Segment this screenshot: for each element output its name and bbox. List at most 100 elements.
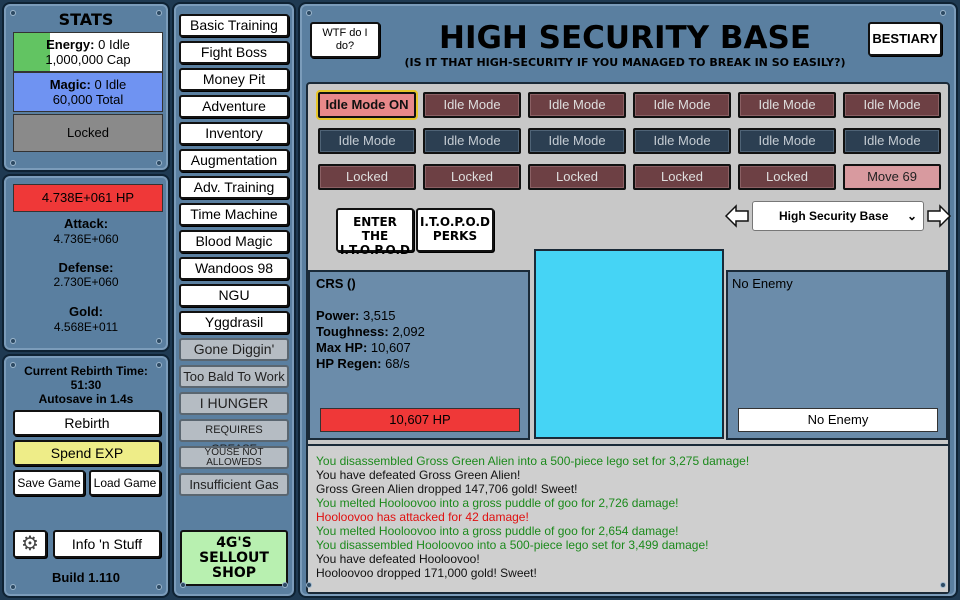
zone-button-r2-c4[interactable]: Idle Mode — [633, 128, 731, 154]
spend-exp-button[interactable]: Spend EXP — [13, 440, 161, 466]
menu-item-money-pit[interactable]: Money Pit — [179, 68, 289, 91]
zone-title: HIGH SECURITY BASE — [439, 20, 811, 56]
autosave-timer: Autosave in 1.4s — [38, 392, 134, 406]
regen-value: 68/s — [385, 356, 410, 371]
info-button[interactable]: Info 'n Stuff — [53, 530, 161, 558]
help-button-label: WTF do I do? — [322, 27, 368, 52]
attack-label: Attack: — [63, 216, 109, 231]
log-entry: You melted Hooloovoo into a gross puddle… — [316, 496, 679, 510]
maxhp-label: Max HP: — [316, 340, 368, 355]
prev-zone-arrow-icon[interactable] — [724, 204, 750, 228]
zone-button-r2-c2[interactable]: Idle Mode — [423, 128, 521, 154]
next-zone-arrow-icon[interactable] — [926, 204, 952, 228]
energy-box: Energy: 0 Idle 1,000,000 Cap — [13, 32, 163, 72]
menu-item-fight-boss[interactable]: Fight Boss — [179, 41, 289, 64]
menu-item-ngu[interactable]: NGU — [179, 284, 289, 307]
energy-label: Energy: — [46, 37, 95, 52]
zone-button-r3-c2[interactable]: Locked — [423, 164, 521, 190]
zone-button-r1-c4[interactable]: Idle Mode — [633, 92, 731, 118]
chevron-down-icon: ⌄ — [906, 209, 917, 223]
menu-item-augmentation[interactable]: Augmentation — [179, 149, 289, 172]
player-card: CRS () Power: 3,515 Toughness: 2,092 Max… — [308, 270, 530, 440]
sellout-shop-button[interactable]: 4G'S SELLOUT SHOP — [180, 530, 288, 586]
log-entry: You disassembled Hooloovoo into a 500-pi… — [316, 538, 709, 552]
combat-log[interactable]: You disassembled Gross Green Alien into … — [308, 444, 948, 592]
zone-button-r1-c6[interactable]: Idle Mode — [843, 92, 941, 118]
sellout-shop-label: 4G'S SELLOUT SHOP — [199, 534, 269, 581]
player-hp-bar-text: 10,607 HP — [389, 412, 451, 427]
player-name: CRS () — [316, 276, 356, 291]
zone-button-r1-c5[interactable]: Idle Mode — [738, 92, 836, 118]
zone-button-r1-c3[interactable]: Idle Mode — [528, 92, 626, 118]
player-hp-bar: 4.738E+061 HP — [13, 184, 163, 212]
rebirth-button[interactable]: Rebirth — [13, 410, 161, 436]
stats-title: STATS — [58, 10, 114, 29]
rebirth-panel: Current Rebirth Time: 51:30 Autosave in … — [2, 354, 170, 598]
menu-item-locked-youse-not-alloweds[interactable]: YOUSE NOT ALLOWEDS — [179, 446, 289, 469]
zone-button-r3-c5[interactable]: Locked — [738, 164, 836, 190]
gold-label: Gold: — [69, 304, 103, 319]
zone-button-r3-c4[interactable]: Locked — [633, 164, 731, 190]
power-label: Power: — [316, 308, 360, 323]
zone-button-r2-c6[interactable]: Idle Mode — [843, 128, 941, 154]
energy-idle: 0 Idle — [98, 37, 130, 52]
menu-item-locked-requires-grease[interactable]: REQUIRES GREASE — [179, 419, 289, 455]
zone-button-r2-c3[interactable]: Idle Mode — [528, 128, 626, 154]
zone-select[interactable]: High Security Base ⌄ — [752, 201, 924, 231]
itopod-perks-button[interactable]: I.T.O.P.O.D PERKS — [416, 208, 494, 252]
load-game-button[interactable]: Load Game — [89, 470, 161, 496]
zone-button-r1-c1[interactable]: Idle Mode ON — [316, 90, 418, 120]
log-entry: You have defeated Hooloovoo! — [316, 552, 480, 566]
save-game-button[interactable]: Save Game — [13, 470, 85, 496]
enter-itopod-button[interactable]: ENTER THE I.T.O.P.O.D — [336, 208, 414, 257]
main-panel: WTF do I do? HIGH SECURITY BASE (IS IT T… — [298, 2, 958, 598]
menu-item-wandoos-98[interactable]: Wandoos 98 — [179, 257, 289, 280]
zone-button-r2-c1[interactable]: Idle Mode — [318, 128, 416, 154]
enemy-card: No Enemy No Enemy — [726, 270, 948, 440]
log-lines: You disassembled Gross Green Alien into … — [316, 454, 940, 580]
bestiary-button[interactable]: BESTIARY — [868, 22, 942, 56]
log-entry: You melted Hooloovoo into a gross puddle… — [316, 524, 679, 538]
menu-item-locked-gone-diggin[interactable]: Gone Diggin' — [179, 338, 289, 361]
menu-item-blood-magic[interactable]: Blood Magic — [179, 230, 289, 253]
magic-idle: 0 Idle — [94, 77, 127, 92]
log-entry: You disassembled Gross Green Alien into … — [316, 454, 750, 468]
zone-button-r3-c6[interactable]: Move 69 — [843, 164, 941, 190]
power-value: 3,515 — [362, 308, 396, 323]
zone-button-r3-c1[interactable]: Locked — [318, 164, 416, 190]
magic-total: 60,000 Total — [52, 92, 124, 107]
energy-cap: 1,000,000 Cap — [45, 52, 131, 67]
magic-label: Magic: — [49, 77, 91, 92]
settings-button[interactable]: ⚙ — [13, 530, 47, 558]
menu-item-basic-training[interactable]: Basic Training — [179, 14, 289, 37]
player-hp-bar-main: 10,607 HP — [320, 408, 520, 432]
gold-value: 4.568E+011 — [53, 320, 119, 334]
stats-panel: STATS Energy: 0 Idle 1,000,000 Cap Magic… — [2, 2, 170, 172]
enemy-portrait — [534, 249, 724, 439]
rebirth-time-label: Current Rebirth Time: — [24, 364, 148, 378]
log-entry: Hooloovoo dropped 171,000 gold! Sweet! — [316, 566, 537, 580]
attack-value: 4.736E+060 — [53, 232, 119, 246]
zone-button-r1-c2[interactable]: Idle Mode — [423, 92, 521, 118]
combat-stats-panel: 4.738E+061 HP Attack: 4.736E+060 Defense… — [2, 174, 170, 352]
menu-item-adv-training[interactable]: Adv. Training — [179, 176, 289, 199]
menu-item-yggdrasil[interactable]: Yggdrasil — [179, 311, 289, 334]
menu-item-time-machine[interactable]: Time Machine — [179, 203, 289, 226]
menu-item-inventory[interactable]: Inventory — [179, 122, 289, 145]
regen-label: HP Regen: — [316, 356, 382, 371]
help-button[interactable]: WTF do I do? — [310, 22, 380, 58]
player-hp-text: 4.738E+061 HP — [41, 190, 135, 205]
menu-item-locked-too-bald-to-work[interactable]: Too Bald To Work — [179, 365, 289, 388]
menu-item-adventure[interactable]: Adventure — [179, 95, 289, 118]
magic-box: Magic: 0 Idle 60,000 Total — [13, 72, 163, 112]
build-version: Build 1.110 — [52, 570, 120, 585]
menu-item-locked-insufficient-gas[interactable]: Insufficient Gas — [179, 473, 289, 496]
zone-button-r3-c3[interactable]: Locked — [528, 164, 626, 190]
log-entry: Gross Green Alien dropped 147,706 gold! … — [316, 482, 578, 496]
zone-button-r2-c5[interactable]: Idle Mode — [738, 128, 836, 154]
enemy-hp-bar: No Enemy — [738, 408, 938, 432]
menu-item-locked-i-hunger[interactable]: I HUNGER — [179, 392, 289, 415]
log-entry: Hooloovoo has attacked for 42 damage! — [316, 510, 529, 524]
toughness-label: Toughness: — [316, 324, 389, 339]
gear-icon: ⚙ — [21, 533, 39, 555]
